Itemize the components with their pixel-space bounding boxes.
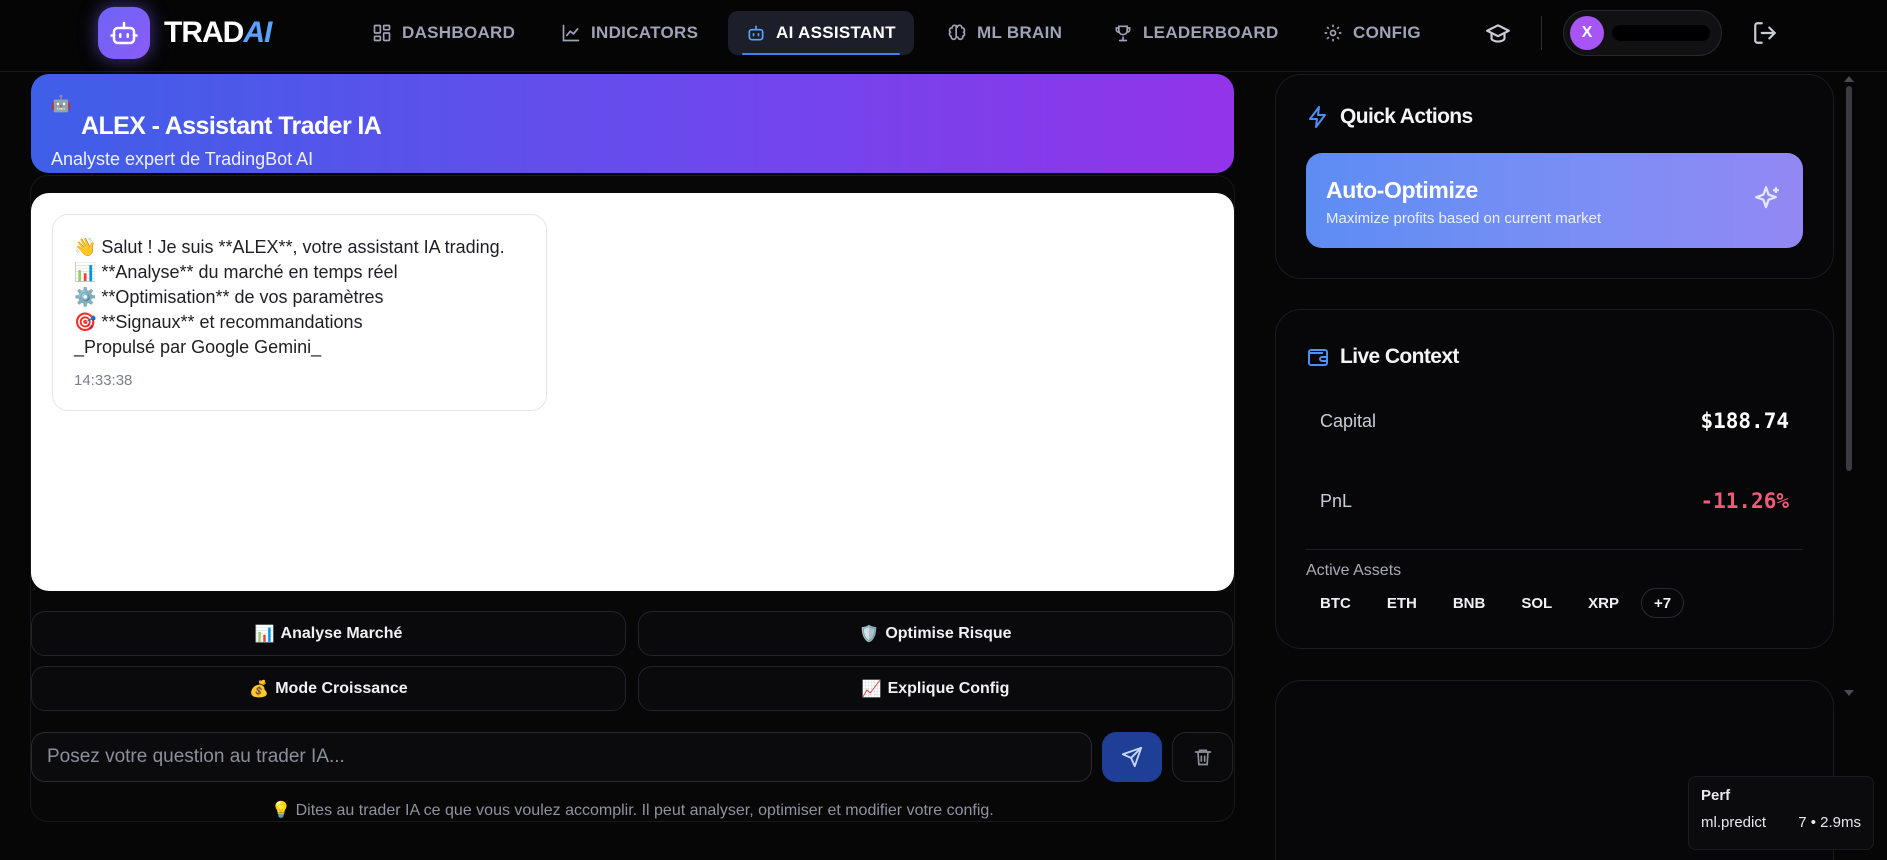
bar-chart-emoji-icon: 📊 [254, 625, 275, 643]
logo-robot-icon[interactable] [98, 7, 150, 59]
nav-label: CONFIG [1353, 23, 1421, 42]
trophy-icon [1115, 25, 1131, 42]
scroll-down-arrow-icon[interactable] [1844, 690, 1854, 696]
divider [1306, 549, 1803, 550]
robot-icon [748, 25, 764, 41]
grid-icon [373, 24, 391, 42]
nav-divider [1541, 16, 1542, 50]
nav-label: INDICATORS [591, 23, 699, 42]
card-title-text: Live Context [1340, 345, 1459, 368]
brain-icon [948, 24, 966, 41]
chat-title: ALEX - Assistant Trader IA [81, 112, 1214, 141]
active-assets-label: Active Assets [1306, 562, 1402, 579]
chat-hint: 💡 Dites au trader IA ce que vous voulez … [271, 802, 994, 819]
auto-optimize-button[interactable]: Auto-Optimize Maximize profits based on … [1306, 153, 1803, 248]
message-line: 🎯 **Signaux** et recommandations [74, 312, 363, 332]
quick-action-mode-croissance[interactable]: 💰 Mode Croissance [31, 666, 626, 711]
robot-emoji-icon: 🤖 [51, 96, 71, 113]
nav-label: ML BRAIN [977, 23, 1063, 42]
top-navbar: TRADAI DASHBOARD INDICATORS AI ASSISTANT… [0, 0, 1887, 72]
line-chart-icon [562, 24, 580, 42]
clear-chat-button[interactable] [1172, 732, 1233, 782]
message-line: 📊 **Analyse** du marché en temps réel [74, 262, 398, 282]
pnl-label: PnL [1320, 490, 1353, 511]
pnl-value: -11.26% [1700, 489, 1789, 513]
nav-dashboard[interactable]: DASHBOARD [354, 11, 533, 55]
asset-chip[interactable]: BTC [1306, 588, 1365, 618]
perf-row: ml.predict 7 • 2.9ms [1701, 814, 1861, 831]
app-logo-text[interactable]: TRADAI [164, 13, 272, 53]
chat-subtitle: Analyste expert de TradingBot AI [51, 149, 314, 169]
trash-icon [1194, 749, 1211, 766]
chart-up-emoji-icon: 📈 [861, 680, 882, 698]
chat-input[interactable]: Posez votre question au trader IA... [31, 732, 1092, 782]
user-menu[interactable]: X xxxxx [1563, 10, 1722, 56]
capital-row: Capital $188.74 [1306, 387, 1803, 455]
asset-chip[interactable]: XRP [1574, 588, 1634, 618]
nav-ml-brain[interactable]: ML BRAIN [929, 11, 1080, 55]
asset-chip[interactable]: ETH [1372, 588, 1431, 618]
quick-action-label: Optimise Risque [885, 624, 1012, 642]
send-button[interactable] [1102, 732, 1162, 782]
graduation-cap-icon[interactable] [1485, 21, 1511, 52]
capital-value: $188.74 [1700, 409, 1789, 433]
quick-action-explique-config[interactable]: 📈 Explique Config [638, 666, 1233, 711]
shield-emoji-icon: 🛡️ [859, 625, 880, 643]
message-line: _Propulsé par Google Gemini_ [74, 337, 322, 357]
card-title-text: Quick Actions [1340, 105, 1473, 128]
nav-leaderboard[interactable]: LEADERBOARD [1095, 11, 1297, 55]
perf-widget: Perf ml.predict 7 • 2.9ms [1688, 776, 1874, 850]
chat-header: 🤖 ALEX - Assistant Trader IA Analyste ex… [31, 74, 1234, 173]
gear-icon [1324, 24, 1342, 42]
auto-optimize-subtitle: Maximize profits based on current market [1326, 210, 1602, 227]
message-timestamp: 14:33:38 [74, 372, 133, 389]
chat-input-placeholder: Posez votre question au trader IA... [47, 746, 345, 767]
logout-icon[interactable] [1752, 20, 1778, 51]
auto-optimize-title: Auto-Optimize [1326, 177, 1478, 203]
pnl-row: PnL -11.26% [1306, 467, 1803, 535]
capital-label: Capital [1320, 410, 1377, 431]
quick-action-label: Mode Croissance [275, 679, 408, 697]
nav-label: LEADERBOARD [1143, 23, 1279, 42]
quick-action-optimise-risque[interactable]: 🛡️ Optimise Risque [638, 611, 1233, 656]
logo-part-ai: AI [243, 16, 272, 49]
scroll-up-arrow-icon[interactable] [1844, 76, 1854, 82]
lightning-icon [1309, 106, 1326, 128]
live-context-title: Live Context [1306, 345, 1459, 369]
asset-chip[interactable]: SOL [1507, 588, 1567, 618]
perf-metric: ml.predict [1701, 814, 1767, 831]
money-bag-emoji-icon: 💰 [249, 680, 270, 698]
chat-title-text: ALEX - Assistant Trader IA [81, 112, 382, 140]
user-name: xxxxx [1612, 25, 1710, 41]
wallet-icon [1308, 349, 1328, 366]
live-context-card: Live Context Capital $188.74 PnL -11.26%… [1275, 309, 1834, 649]
avatar: X [1570, 16, 1604, 50]
active-assets-list: BTC ETH BNB SOL XRP +7 [1306, 588, 1685, 618]
asset-chip[interactable]: BNB [1438, 588, 1500, 618]
message-line: ⚙️ **Optimisation** de vos paramètres [74, 287, 384, 307]
quick-action-label: Analyse Marché [280, 624, 403, 642]
quick-action-label: Explique Config [887, 679, 1010, 697]
perf-title: Perf [1701, 787, 1731, 804]
quick-actions-card: Quick Actions Auto-Optimize Maximize pro… [1275, 74, 1834, 279]
quick-action-analyse-marche[interactable]: 📊 Analyse Marché [31, 611, 626, 656]
chat-messages-area[interactable]: 👋 Salut ! Je suis **ALEX**, votre assist… [31, 193, 1234, 591]
nav-label: DASHBOARD [402, 23, 516, 42]
quick-actions-title: Quick Actions [1306, 105, 1473, 129]
nav-ai-assistant[interactable]: AI ASSISTANT [728, 11, 914, 55]
nav-indicators[interactable]: INDICATORS [543, 11, 716, 55]
nav-label: AI ASSISTANT [776, 23, 896, 42]
sparkle-icon [1754, 186, 1779, 209]
perf-value: 7 • 2.9ms [1798, 814, 1861, 831]
scrollbar-thumb[interactable] [1846, 86, 1852, 471]
nav-config[interactable]: CONFIG [1305, 11, 1439, 55]
logo-part-trad: TRAD [164, 16, 244, 49]
assets-more-chip[interactable]: +7 [1641, 588, 1685, 618]
message-line: 👋 Salut ! Je suis **ALEX**, votre assist… [74, 237, 505, 257]
assistant-message: 👋 Salut ! Je suis **ALEX**, votre assist… [52, 214, 547, 411]
send-icon [1121, 746, 1143, 768]
